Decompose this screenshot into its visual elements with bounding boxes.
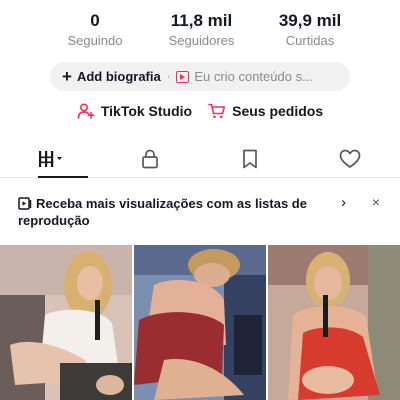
stat-followers[interactable]: 11,8 mil Seguidores xyxy=(164,10,240,49)
video-grid xyxy=(0,245,400,400)
add-bio-button[interactable]: + Add biografia · Eu crio conteúdo s... xyxy=(50,62,350,91)
profile-stats: 0 Seguindo 11,8 mil Seguidores 39,9 mil … xyxy=(0,10,400,49)
tab-saved[interactable] xyxy=(200,140,300,177)
tab-private[interactable] xyxy=(100,140,200,177)
chevron-right-icon[interactable]: › xyxy=(341,194,346,211)
banner-text-container: Receba mais visualizações com as listas … xyxy=(18,195,362,229)
followers-label: Seguidores xyxy=(168,33,235,48)
tiktok-studio-label: TikTok Studio xyxy=(100,103,193,119)
plus-icon: + xyxy=(62,67,72,86)
bio-separator: · xyxy=(166,70,171,83)
likes-count: 39,9 mil xyxy=(278,11,342,30)
user-plus-icon xyxy=(77,103,95,119)
video-thumbnail[interactable] xyxy=(268,245,400,400)
video-thumbnail-image xyxy=(0,245,132,400)
grid-icon xyxy=(39,150,62,167)
tiktok-studio-link[interactable]: TikTok Studio xyxy=(77,103,192,119)
bio-hint-text: Eu crio conteúdo s... xyxy=(194,69,313,84)
video-thumbnail[interactable] xyxy=(0,245,132,400)
tab-liked[interactable] xyxy=(300,140,400,177)
video-thumbnail-image xyxy=(268,245,400,400)
following-label: Seguindo xyxy=(67,33,123,48)
profile-tabs xyxy=(0,140,400,178)
orders-label: Seus pedidos xyxy=(232,103,324,119)
following-count: 0 xyxy=(90,11,100,30)
stat-following[interactable]: 0 Seguindo xyxy=(62,10,128,49)
play-icon xyxy=(176,70,190,83)
bookmark-icon xyxy=(243,149,257,168)
banner-text: Receba mais visualizações com as listas … xyxy=(18,196,307,228)
add-bio-label: Add biografia xyxy=(76,69,161,84)
playlist-banner[interactable]: Receba mais visualizações com as listas … xyxy=(0,186,400,236)
cart-icon xyxy=(208,103,226,119)
lock-icon xyxy=(142,149,158,168)
playlist-icon xyxy=(18,197,32,210)
likes-label: Curtidas xyxy=(285,33,335,48)
tab-videos[interactable] xyxy=(0,140,100,178)
video-thumbnail[interactable] xyxy=(134,245,266,400)
followers-count: 11,8 mil xyxy=(170,11,233,30)
orders-link[interactable]: Seus pedidos xyxy=(208,103,323,119)
video-thumbnail-image xyxy=(134,245,266,400)
profile-links: TikTok Studio Seus pedidos xyxy=(0,103,400,119)
heart-icon xyxy=(339,149,361,168)
close-icon[interactable]: × xyxy=(372,194,380,210)
stat-likes[interactable]: 39,9 mil Curtidas xyxy=(275,10,345,49)
